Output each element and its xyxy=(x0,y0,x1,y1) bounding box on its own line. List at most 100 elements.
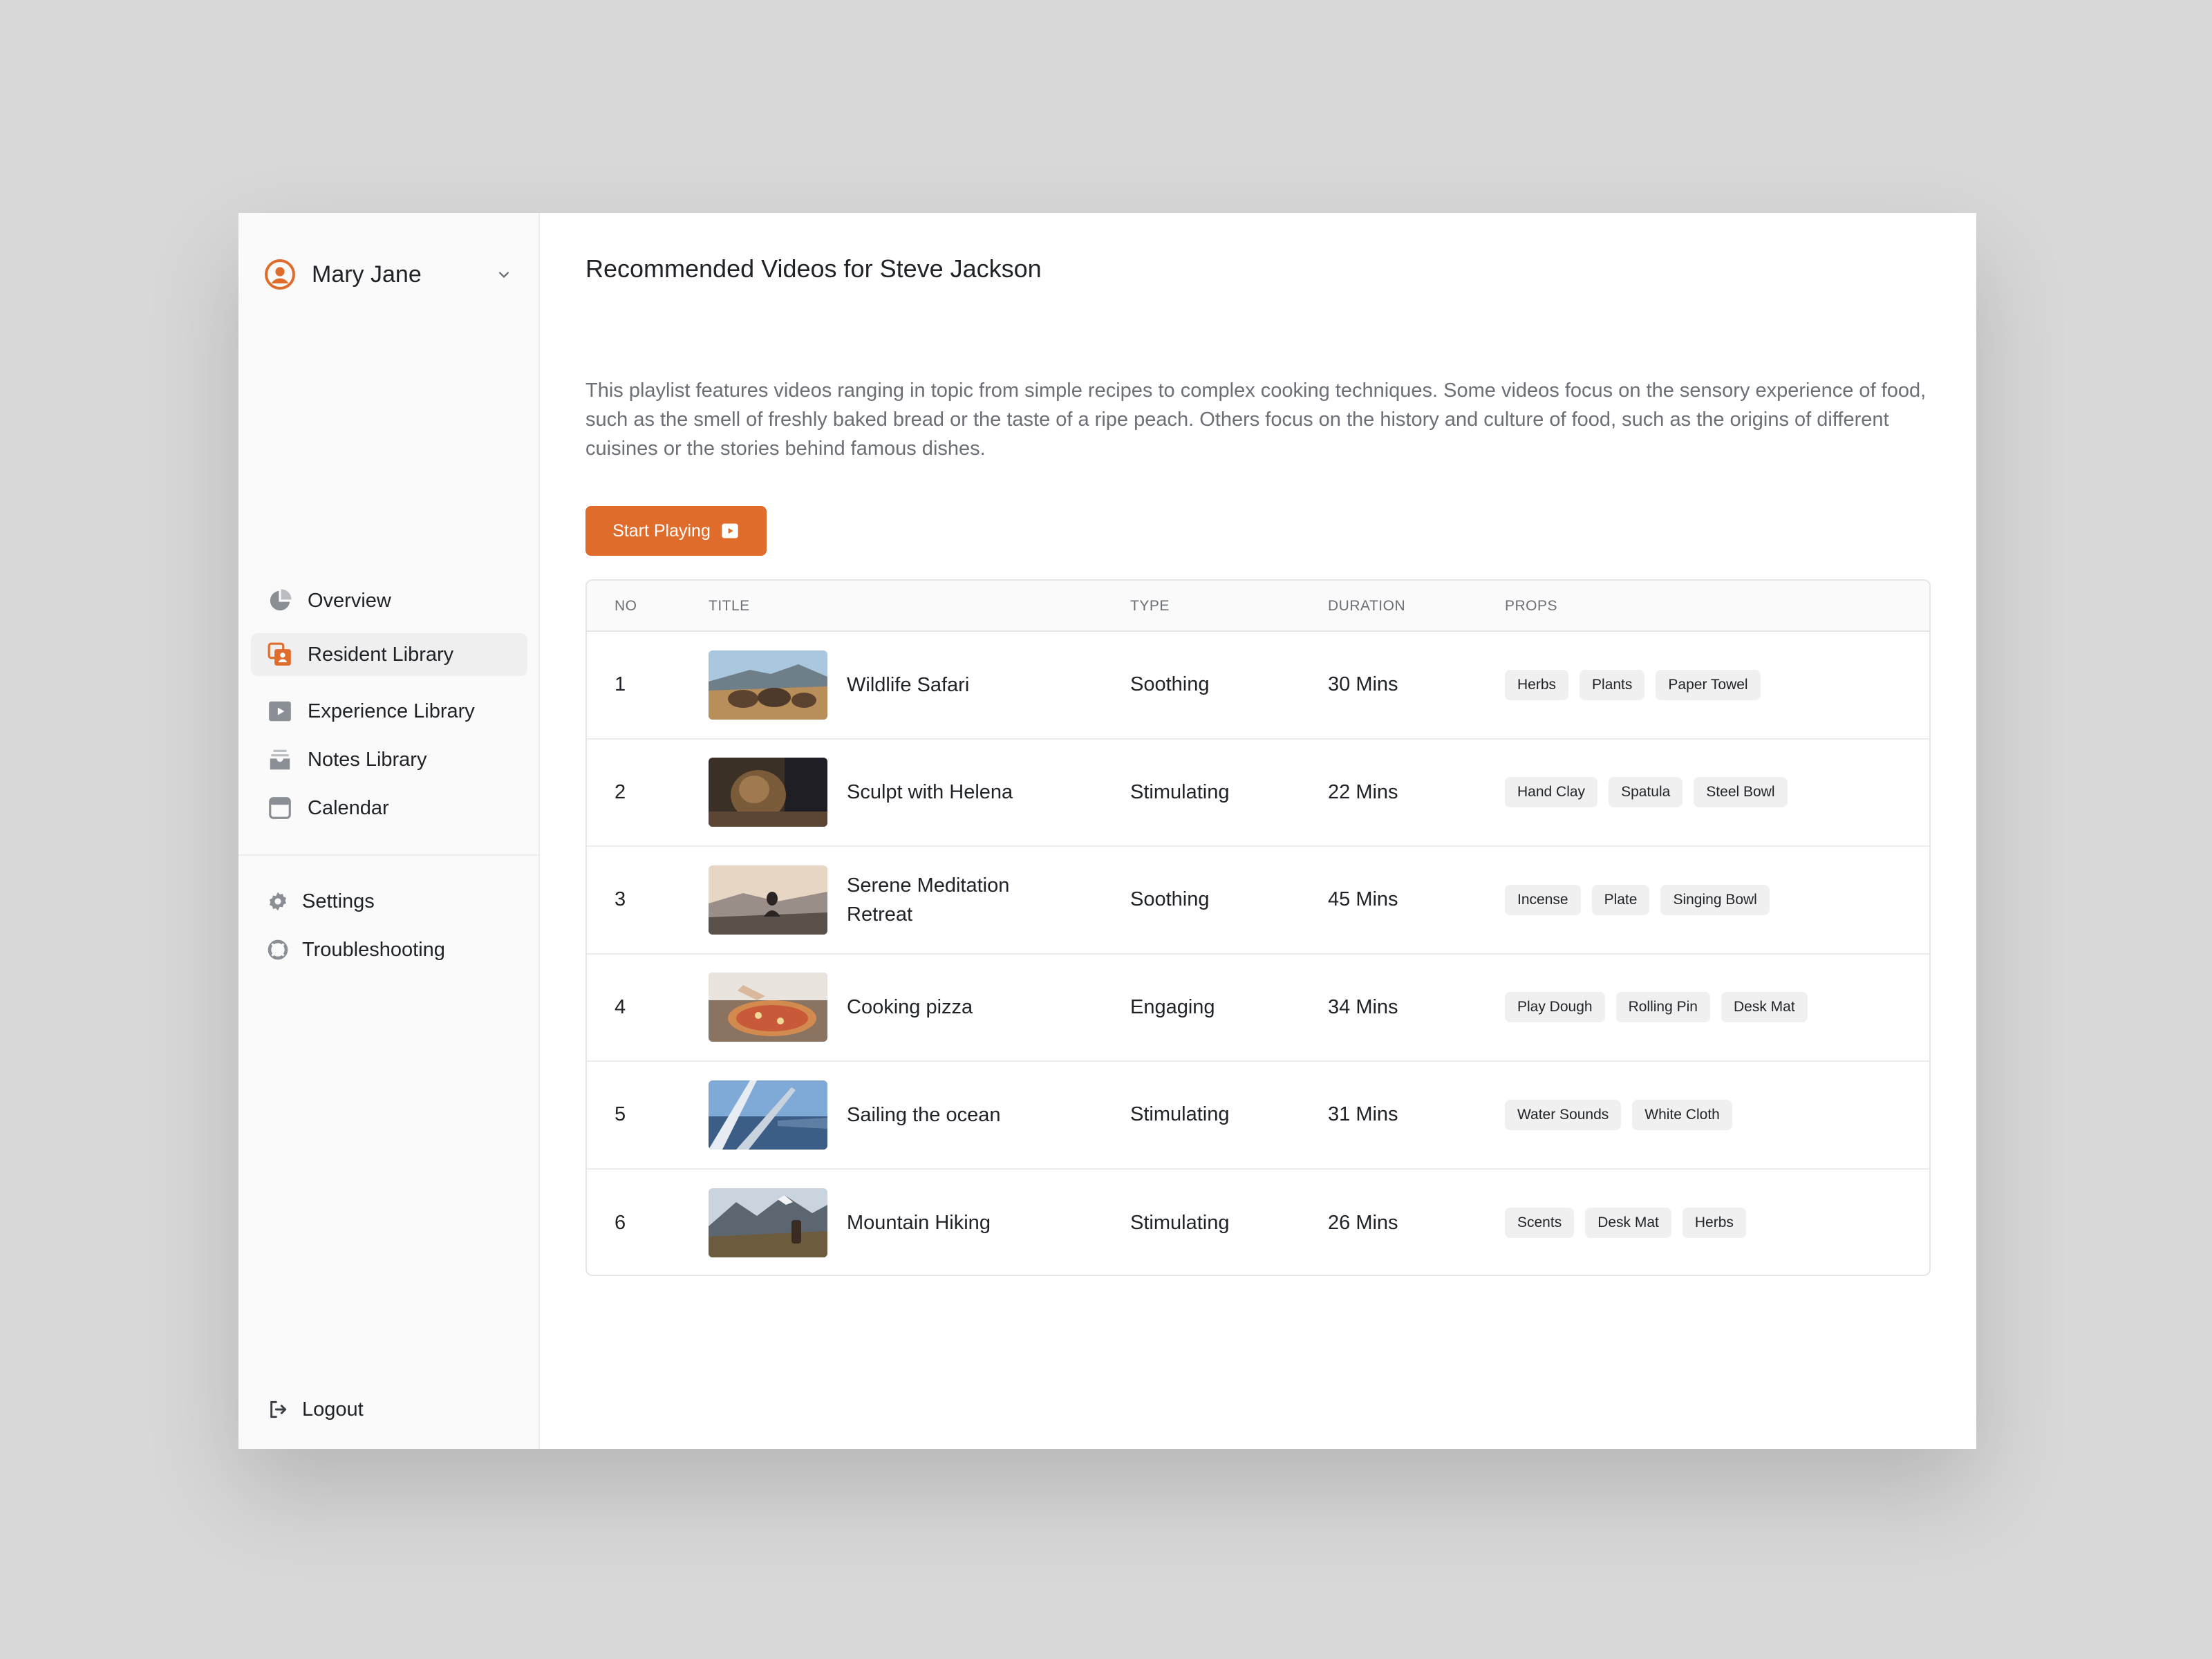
user-menu[interactable]: Mary Jane xyxy=(263,252,519,297)
props-cell: Herbs Plants Paper Towel xyxy=(1505,632,1761,738)
row-title-cell: Serene Meditation Retreat xyxy=(709,847,1054,953)
row-number: 4 xyxy=(615,995,626,1018)
props-cell: Scents Desk Mat Herbs xyxy=(1505,1170,1746,1275)
row-title-cell: Mountain Hiking xyxy=(709,1170,1054,1275)
sidebar-item-settings[interactable]: Settings xyxy=(251,880,527,923)
sidebar-item-experience-library[interactable]: Experience Library xyxy=(251,690,527,733)
prop-tag: Scents xyxy=(1505,1208,1575,1239)
video-type: Stimulating xyxy=(1130,1103,1230,1126)
row-title-cell: Sailing the ocean xyxy=(709,1062,1054,1168)
lifebuoy-icon xyxy=(266,938,290,962)
video-type: Soothing xyxy=(1130,673,1210,696)
props-cell: Play Dough Rolling Pin Desk Mat xyxy=(1505,955,1808,1061)
logout-label: Logout xyxy=(302,1398,364,1421)
prop-tag: Spatula xyxy=(1609,777,1683,808)
pie-chart-icon xyxy=(266,587,294,615)
sidebar-item-calendar[interactable]: Calendar xyxy=(251,787,527,830)
logout-button[interactable]: Logout xyxy=(251,1388,527,1431)
video-duration: 30 Mins xyxy=(1328,673,1398,696)
video-type: Stimulating xyxy=(1130,780,1230,803)
video-thumbnail[interactable] xyxy=(709,1188,827,1258)
video-title[interactable]: Serene Meditation Retreat xyxy=(847,871,1054,929)
page-title: Recommended Videos for Steve Jackson xyxy=(585,254,1042,283)
sidebar-item-label: Resident Library xyxy=(308,643,454,666)
prop-tag: Water Sounds xyxy=(1505,1099,1622,1130)
column-header-props: PROPS xyxy=(1505,598,1558,614)
table-row[interactable]: 4 Cooking pizza Engaging 34 Mins Play Do… xyxy=(587,955,1929,1062)
video-title[interactable]: Sculpt with Helena xyxy=(847,778,1054,807)
video-duration: 22 Mins xyxy=(1328,780,1398,803)
video-title[interactable]: Mountain Hiking xyxy=(847,1208,1054,1237)
prop-tag: Plants xyxy=(1580,669,1645,700)
prop-tag: Incense xyxy=(1505,884,1581,915)
prop-tag: Desk Mat xyxy=(1721,992,1808,1023)
props-cell: Hand Clay Spatula Steel Bowl xyxy=(1505,740,1788,846)
prop-tag: Rolling Pin xyxy=(1615,992,1710,1023)
row-title-cell: Cooking pizza xyxy=(709,955,1054,1061)
sidebar-item-label: Overview xyxy=(308,589,391,612)
prop-tag: Plate xyxy=(1591,884,1650,915)
logout-icon xyxy=(266,1398,290,1421)
row-number: 3 xyxy=(615,888,626,911)
playlist-description: This playlist features videos ranging in… xyxy=(585,379,1927,460)
video-thumbnail[interactable] xyxy=(709,865,827,935)
video-title[interactable]: Wildlife Safari xyxy=(847,671,1054,700)
sidebar-item-troubleshooting[interactable]: Troubleshooting xyxy=(251,928,527,971)
table-row[interactable]: 5 Sailing the ocean Stimulating 31 Mins … xyxy=(587,1062,1929,1170)
gear-icon xyxy=(266,890,290,913)
table-header: NO TITLE TYPE DURATION PROPS xyxy=(587,581,1929,632)
video-title[interactable]: Cooking pizza xyxy=(847,993,1054,1022)
inbox-icon xyxy=(266,746,294,774)
prop-tag: White Cloth xyxy=(1632,1099,1732,1130)
table-row[interactable]: 1 Wildlife Safari Soothing 30 Mins Herbs… xyxy=(587,632,1929,740)
props-cell: Incense Plate Singing Bowl xyxy=(1505,847,1770,953)
row-title-cell: Wildlife Safari xyxy=(709,632,1054,738)
play-icon xyxy=(722,523,738,538)
prop-tag: Desk Mat xyxy=(1585,1208,1671,1239)
start-playing-label: Start Playing xyxy=(612,521,711,541)
video-type: Stimulating xyxy=(1130,1211,1230,1234)
row-title-cell: Sculpt with Helena xyxy=(709,740,1054,846)
video-duration: 34 Mins xyxy=(1328,995,1398,1018)
prop-tag: Singing Bowl xyxy=(1660,884,1770,915)
row-number: 6 xyxy=(615,1211,626,1234)
main-content: Recommended Videos for Steve Jackson Thi… xyxy=(540,213,1976,1449)
calendar-icon xyxy=(266,794,294,822)
prop-tag: Herbs xyxy=(1505,669,1569,700)
prop-tag: Hand Clay xyxy=(1505,777,1598,808)
videos-table: NO TITLE TYPE DURATION PROPS 1 Wildlife … xyxy=(585,579,1931,1276)
user-name: Mary Jane xyxy=(312,261,422,288)
column-header-no: NO xyxy=(615,598,637,614)
column-header-title: TITLE xyxy=(709,598,750,614)
video-thumbnail[interactable] xyxy=(709,758,827,827)
sidebar-item-label: Notes Library xyxy=(308,748,427,771)
video-thumbnail[interactable] xyxy=(709,650,827,720)
sidebar-item-resident-library[interactable]: Resident Library xyxy=(251,633,527,676)
sidebar: Mary Jane Overview Resident Library Expe… xyxy=(238,213,540,1449)
sidebar-item-label: Experience Library xyxy=(308,700,475,722)
video-type: Engaging xyxy=(1130,995,1215,1018)
table-row[interactable]: 3 Serene Meditation Retreat Soothing 45 … xyxy=(587,847,1929,955)
row-number: 5 xyxy=(615,1103,626,1126)
prop-tag: Paper Towel xyxy=(1656,669,1761,700)
column-header-duration: DURATION xyxy=(1328,598,1406,614)
video-title[interactable]: Sailing the ocean xyxy=(847,1100,1054,1130)
table-row[interactable]: 6 Mountain Hiking Stimulating 26 Mins Sc… xyxy=(587,1170,1929,1275)
start-playing-button[interactable]: Start Playing xyxy=(585,506,767,556)
sidebar-item-notes-library[interactable]: Notes Library xyxy=(251,738,527,781)
video-thumbnail[interactable] xyxy=(709,1080,827,1150)
play-box-icon xyxy=(266,697,294,725)
user-avatar-icon xyxy=(265,259,295,290)
sidebar-divider xyxy=(238,854,538,856)
table-row[interactable]: 2 Sculpt with Helena Stimulating 22 Mins… xyxy=(587,740,1929,847)
video-type: Soothing xyxy=(1130,888,1210,911)
chevron-down-icon xyxy=(499,272,509,279)
app-window: Mary Jane Overview Resident Library Expe… xyxy=(238,213,1976,1449)
video-duration: 26 Mins xyxy=(1328,1211,1398,1234)
props-cell: Water Sounds White Cloth xyxy=(1505,1062,1732,1168)
prop-tag: Play Dough xyxy=(1505,992,1605,1023)
video-thumbnail[interactable] xyxy=(709,973,827,1042)
sidebar-item-overview[interactable]: Overview xyxy=(251,579,527,622)
video-duration: 31 Mins xyxy=(1328,1103,1398,1126)
row-number: 1 xyxy=(615,673,626,696)
